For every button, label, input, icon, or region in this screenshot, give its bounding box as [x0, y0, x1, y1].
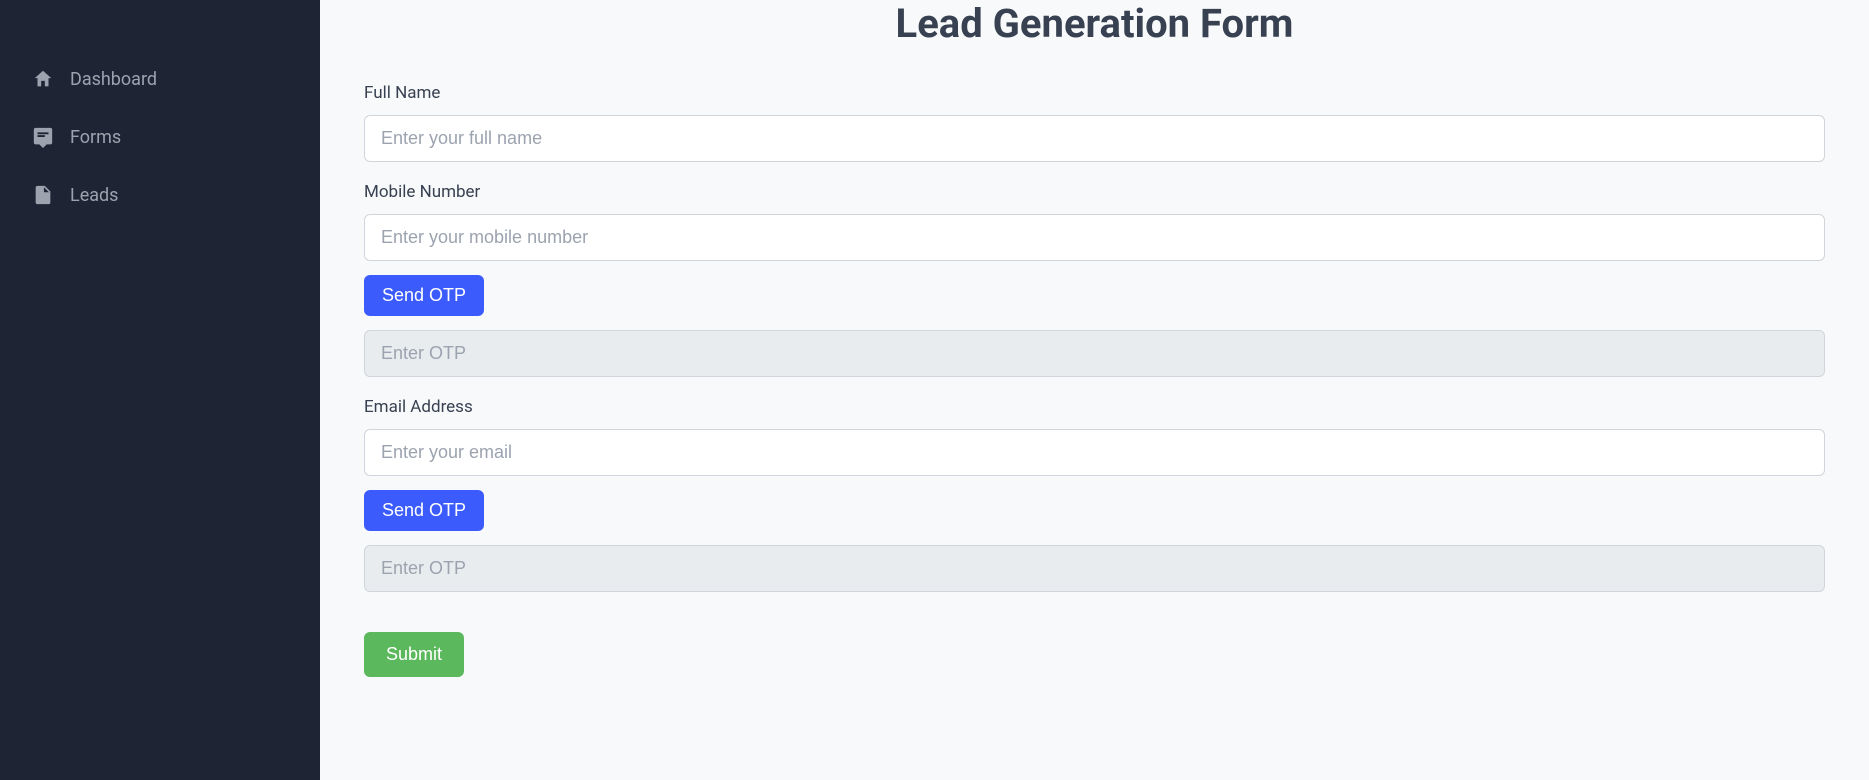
sidebar-item-leads[interactable]: Leads [0, 166, 320, 224]
sidebar-item-dashboard[interactable]: Dashboard [0, 50, 320, 108]
full-name-label: Full Name [364, 83, 1825, 103]
sidebar-item-label: Leads [70, 185, 118, 206]
sidebar-item-label: Forms [70, 127, 121, 148]
submit-button[interactable]: Submit [364, 632, 464, 677]
mobile-label: Mobile Number [364, 182, 1825, 202]
sidebar-item-forms[interactable]: Forms [0, 108, 320, 166]
email-group: Email Address Send OTP [364, 397, 1825, 592]
send-otp-email-button[interactable]: Send OTP [364, 490, 484, 531]
home-icon [32, 68, 54, 90]
email-label: Email Address [364, 397, 1825, 417]
document-icon [32, 184, 54, 206]
email-otp-input[interactable] [364, 545, 1825, 592]
email-input[interactable] [364, 429, 1825, 476]
mobile-otp-input[interactable] [364, 330, 1825, 377]
full-name-group: Full Name [364, 83, 1825, 162]
mobile-group: Mobile Number Send OTP [364, 182, 1825, 377]
send-otp-mobile-button[interactable]: Send OTP [364, 275, 484, 316]
page-title: Lead Generation Form [364, 0, 1825, 47]
full-name-input[interactable] [364, 115, 1825, 162]
mobile-input[interactable] [364, 214, 1825, 261]
sidebar-item-label: Dashboard [70, 69, 157, 90]
sidebar: Dashboard Forms Leads [0, 0, 320, 780]
main-content: Lead Generation Form Full Name Mobile Nu… [320, 0, 1869, 780]
form-icon [32, 126, 54, 148]
